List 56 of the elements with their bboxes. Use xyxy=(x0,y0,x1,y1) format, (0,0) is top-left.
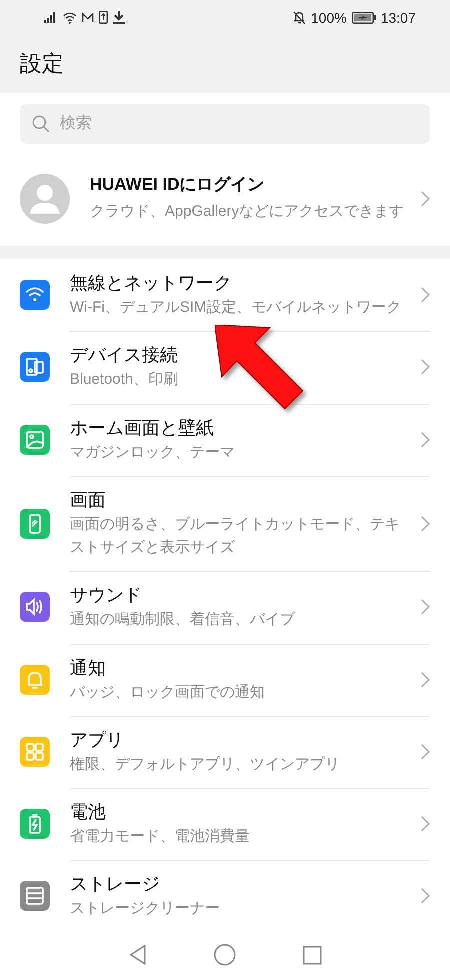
settings-item[interactable]: サウンド 通知の鳴動制限、着信音、バイブ xyxy=(0,571,450,644)
chevron-icon xyxy=(421,672,430,688)
item-subtitle: バッジ、ロック画面での通知 xyxy=(70,682,266,702)
avatar-icon xyxy=(20,174,70,224)
search-icon xyxy=(32,115,50,133)
wifi-icon xyxy=(63,12,77,24)
chevron-icon xyxy=(421,287,430,304)
chevron-icon xyxy=(421,516,430,532)
account-subtitle: クラウド、AppGalleryなどにアクセスできます xyxy=(90,202,406,222)
item-title: アプリ xyxy=(70,728,125,752)
settings-item[interactable]: アプリ 権限、デフォルトアプリ、ツインアプリ xyxy=(0,716,450,788)
settings-item[interactable]: 画面 画面の明るさ、ブルーライトカットモード、テキストサイズと表示サイズ xyxy=(0,476,450,572)
item-title: 電池 xyxy=(70,801,107,824)
download-icon xyxy=(113,11,125,24)
chevron-icon xyxy=(421,744,430,760)
home-icon[interactable] xyxy=(214,944,236,966)
item-subtitle: ストレージクリーナー xyxy=(70,899,221,920)
search-field[interactable]: 検索 xyxy=(20,104,430,144)
settings-item[interactable]: ストレージ ストレージクリーナー xyxy=(0,860,450,932)
chevron-icon xyxy=(421,190,430,206)
settings-item[interactable]: デバイス接続 Bluetooth、印刷 xyxy=(0,331,450,404)
recents-icon[interactable] xyxy=(302,946,322,964)
settings-item[interactable]: 電池 省電力モード、電池消費量 xyxy=(0,788,450,860)
chevron-icon xyxy=(421,359,430,376)
back-icon[interactable] xyxy=(128,945,146,965)
item-subtitle: 通知の鳴動制限、着信音、バイブ xyxy=(70,610,296,630)
mail-icon xyxy=(82,12,94,22)
item-title: サウンド xyxy=(70,584,143,608)
item-title: 通知 xyxy=(70,656,107,680)
battery-icon xyxy=(352,12,376,24)
account-row[interactable]: HUAWEI IDにログイン クラウド、AppGalleryなどにアクセスできます xyxy=(0,151,450,246)
item-subtitle: Wi-Fi、デュアルSIM設定、モバイルネットワーク xyxy=(70,298,403,318)
chevron-icon xyxy=(421,888,430,904)
chevron-icon xyxy=(421,816,430,832)
chevron-icon xyxy=(421,432,430,448)
item-subtitle: 画面の明るさ、ブルーライトカットモード、テキストサイズと表示サイズ xyxy=(70,514,401,558)
item-title: 無線とネットワーク xyxy=(70,272,233,295)
item-title: 画面 xyxy=(70,488,107,512)
page-title: 設定 xyxy=(20,50,64,78)
item-title: ストレージ xyxy=(70,873,161,896)
settings-item[interactable]: ホーム画面と壁紙 マガジンロック、テーマ xyxy=(0,404,450,476)
battery-percent: 100% xyxy=(311,10,347,26)
chevron-icon xyxy=(421,599,430,616)
item-subtitle: 権限、デフォルトアプリ、ツインアプリ xyxy=(70,754,341,775)
clock: 13:07 xyxy=(380,10,416,26)
settings-item[interactable]: 通知 バッジ、ロック画面での通知 xyxy=(0,644,450,716)
item-subtitle: 省電力モード、電池消費量 xyxy=(70,827,251,847)
phone-icon xyxy=(99,11,108,24)
item-subtitle: Bluetooth、印刷 xyxy=(70,370,180,390)
bell-off-icon xyxy=(293,10,306,24)
item-title: デバイス接続 xyxy=(70,344,179,368)
settings-item[interactable]: 無線とネットワーク Wi-Fi、デュアルSIM設定、モバイルネットワーク xyxy=(0,259,450,332)
signal-icon xyxy=(44,12,58,23)
account-title: HUAWEI IDにログイン xyxy=(90,174,266,196)
item-subtitle: マガジンロック、テーマ xyxy=(70,442,236,462)
item-title: ホーム画面と壁紙 xyxy=(70,416,215,440)
